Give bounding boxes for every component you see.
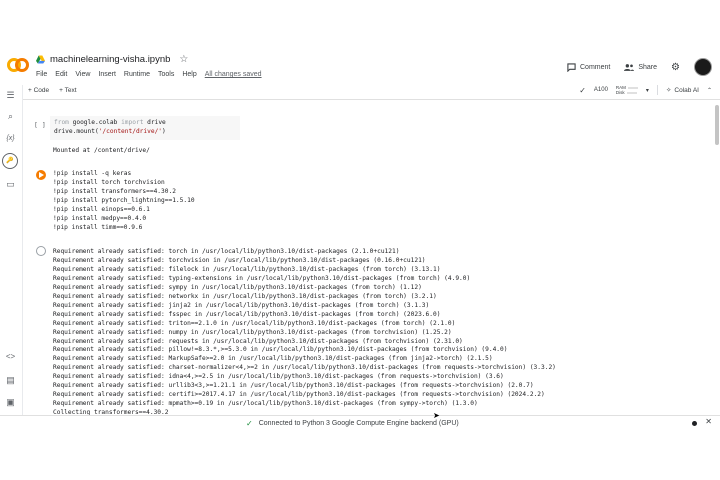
menu-file[interactable]: File <box>36 71 47 78</box>
share-people-icon <box>624 63 635 71</box>
title-row: machinelearning-visha.ipynb ☆ <box>36 54 188 65</box>
output-line: Requirement already satisfied: jinja2 in… <box>53 301 430 309</box>
output-line: Requirement already satisfied: torch in … <box>53 248 400 255</box>
output-line: Requirement already satisfied: fsspec in… <box>53 310 441 318</box>
output-line: Requirement already satisfied: MarkupSaf… <box>53 355 493 363</box>
resource-indicator[interactable]: RAM Disk <box>616 85 638 95</box>
scrollbar-thumb[interactable] <box>715 105 719 145</box>
run-cell-button[interactable] <box>36 170 46 180</box>
chevron-down-icon[interactable]: ▾ <box>646 87 649 94</box>
avatar[interactable] <box>694 58 712 76</box>
comment-button[interactable]: Comment <box>567 62 611 72</box>
checkmark-icon: ✓ <box>579 85 586 95</box>
output-line: Requirement already satisfied: triton==2… <box>53 319 456 327</box>
menu-runtime[interactable]: Runtime <box>124 71 150 78</box>
menu-edit[interactable]: Edit <box>55 71 67 78</box>
code-line: !pip install einops==0.6.1 <box>53 206 150 213</box>
star-icon[interactable]: ☆ <box>179 54 188 65</box>
menu-bar: File Edit View Insert Runtime Tools Help… <box>36 71 262 78</box>
toolbar-divider <box>656 85 658 95</box>
cell-run-bracket[interactable]: [ ] <box>34 121 46 129</box>
variables-icon[interactable]: {x} <box>4 133 17 144</box>
table-of-contents-icon[interactable]: ☰ <box>4 90 17 101</box>
sparkle-icon: ✧ <box>665 87 672 94</box>
secrets-key-icon[interactable]: 🔑 <box>2 153 18 169</box>
ram-bar <box>627 86 638 89</box>
connection-status-icon[interactable] <box>692 421 697 426</box>
code-cell[interactable]: from google.colab import drive drive.mou… <box>50 116 240 140</box>
code-line: !pip install timm==0.9.6 <box>53 224 143 231</box>
menu-help[interactable]: Help <box>182 71 196 78</box>
comment-label: Comment <box>580 63 611 71</box>
code-line: !pip install -q keras <box>53 170 132 177</box>
output-line: Requirement already satisfied: networkx … <box>53 292 437 300</box>
mouse-cursor-icon: ➤ <box>433 411 440 420</box>
terminal-icon[interactable]: ▣ <box>4 397 17 408</box>
disk-label: Disk <box>615 90 625 95</box>
output-line: Requirement already satisfied: mpmath>=0… <box>53 400 478 408</box>
colab-ai-button[interactable]: ✧ Colab AI <box>665 86 699 95</box>
save-status[interactable]: All changes saved <box>205 71 262 78</box>
disk-bar <box>626 91 637 94</box>
colab-logo[interactable] <box>7 57 29 73</box>
status-bar: ✓ Connected to Python 3 Google Compute E… <box>0 415 720 431</box>
add-code-button[interactable]: + Code <box>28 87 49 94</box>
output-line: Requirement already satisfied: certifi>=… <box>53 391 545 399</box>
notebook-title[interactable]: machinelearning-visha.ipynb <box>50 54 170 65</box>
search-icon[interactable]: ⌕ <box>4 111 17 122</box>
output-line: Requirement already satisfied: typing-ex… <box>53 274 471 282</box>
runtime-label[interactable]: A100 <box>594 87 608 93</box>
status-message: Connected to Python 3 Google Compute Eng… <box>258 420 459 427</box>
checkmark-icon: ✓ <box>246 419 253 428</box>
code-line: !pip install medpy==0.4.0 <box>53 215 147 222</box>
close-icon[interactable]: ✕ <box>705 417 712 426</box>
cell-output: Requirement already satisfied: torch in … <box>53 248 556 418</box>
output-line: Requirement already satisfied: idna<4,>=… <box>53 373 504 381</box>
output-line: Requirement already satisfied: numpy in … <box>53 328 452 336</box>
code-snippets-icon[interactable]: <> <box>4 351 17 362</box>
share-label: Share <box>638 63 658 71</box>
code-line: !pip install pytorch_lightning==1.5.10 <box>53 197 195 204</box>
menu-insert[interactable]: Insert <box>98 71 116 78</box>
output-line: Requirement already satisfied: charset-n… <box>53 364 556 372</box>
drive-icon <box>36 55 45 64</box>
output-line: Requirement already satisfied: requests … <box>53 337 463 345</box>
output-line: Requirement already satisfied: urllib3<3… <box>53 382 534 390</box>
share-button[interactable]: Share <box>624 63 657 72</box>
menu-view[interactable]: View <box>75 71 90 78</box>
output-actions-icon[interactable] <box>36 246 46 256</box>
header-actions: Comment Share ⚙ <box>567 58 712 76</box>
cell-output: Mounted at /content/drive/ <box>53 147 150 154</box>
code-line: drive.mount('/content/drive/') <box>54 128 166 135</box>
code-line: !pip install torch torchvision <box>53 179 165 186</box>
add-text-button[interactable]: + Text <box>59 87 76 94</box>
output-line: Requirement already satisfied: sympy in … <box>53 283 422 291</box>
output-line: Requirement already satisfied: torchvisi… <box>53 256 426 264</box>
colab-window: machinelearning-visha.ipynb ☆ File Edit … <box>0 45 720 431</box>
code-line: !pip install transformers==4.30.2 <box>53 188 176 195</box>
output-line: Requirement already satisfied: pillow!=8… <box>53 346 508 354</box>
code-line: from google.colab import drive <box>54 119 166 126</box>
chevron-up-icon[interactable]: ⌃ <box>707 87 712 94</box>
output-line: Requirement already satisfied: filelock … <box>53 265 441 273</box>
toolbar: + Code + Text ✓ A100 RAM Disk ▾ ✧ Colab … <box>22 85 720 100</box>
gear-icon[interactable]: ⚙ <box>671 62 680 73</box>
colab-ai-label: Colab AI <box>674 86 699 94</box>
menu-tools[interactable]: Tools <box>158 71 174 78</box>
left-sidebar: ☰ ⌕ {x} 🔑 ▭ <> ▤ ▣ <box>0 85 23 431</box>
folder-icon[interactable]: ▭ <box>4 179 17 190</box>
command-palette-icon[interactable]: ▤ <box>4 375 17 386</box>
comment-icon <box>567 62 576 72</box>
